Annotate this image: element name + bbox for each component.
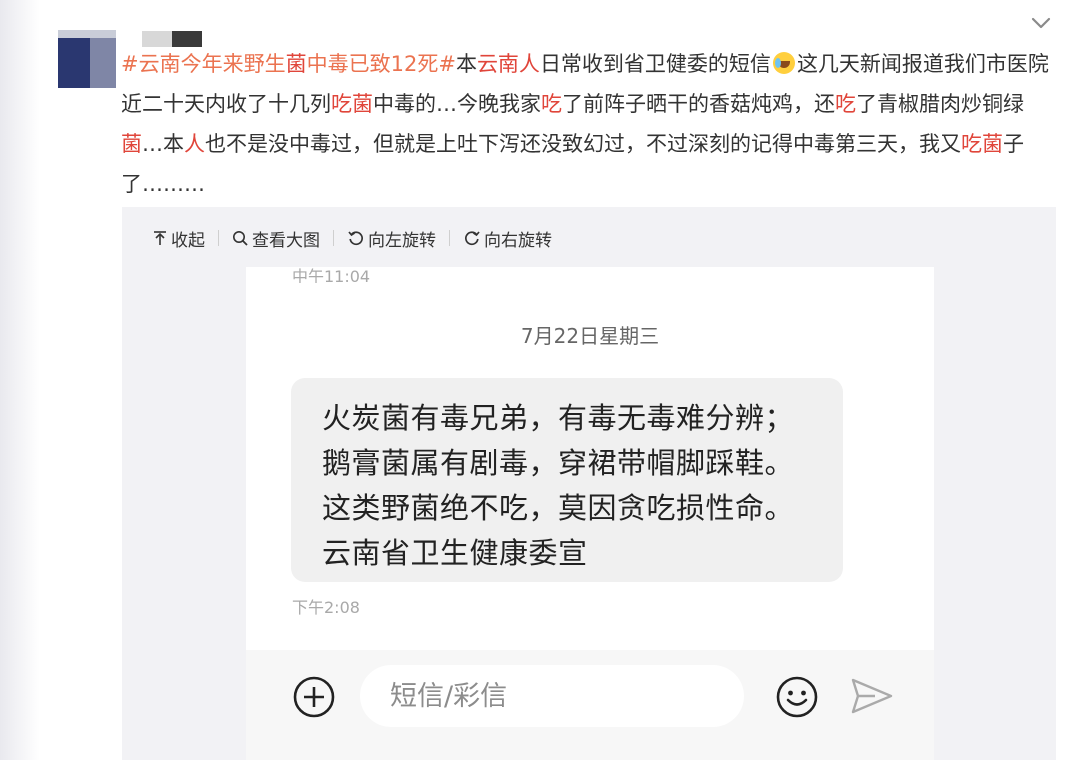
keyword-highlight[interactable]: 吃菌: [331, 92, 373, 116]
post-text-segment: 了前阵子晒干的香菇炖鸡，还: [562, 92, 835, 116]
crying-laughing-emoji-icon: [772, 52, 795, 74]
message-line: 鹅膏菌属有剧毒，穿裙带帽脚踩鞋。: [322, 446, 795, 480]
toolbar-divider: [449, 230, 450, 246]
post-text-segment: 也不是没中毒过，但就是上吐下泻还没致幻过，不过深刻的记得中毒第三天，我又: [205, 132, 961, 156]
collapse-label: 收起: [171, 230, 205, 251]
message-text: 火炭菌有毒兄弟，有毒无毒难分辨； 鹅膏菌属有剧毒，穿裙带帽脚踩鞋。 这类野菌绝不…: [322, 396, 794, 576]
post-text-segment: 日常收到省卫健委的短信: [539, 52, 771, 76]
keyword-highlight[interactable]: 菌: [121, 132, 142, 156]
keyword-highlight[interactable]: 云南人: [477, 52, 540, 76]
message-line: 这类野菌绝不吃，莫因贪吃损性命。: [322, 491, 795, 525]
avatar[interactable]: [58, 30, 116, 88]
message-date: 7月22日星期三: [520, 324, 660, 348]
search-icon: [233, 231, 248, 246]
toolbar-divider: [333, 230, 334, 246]
add-attachment-button[interactable]: [292, 675, 336, 719]
rotate-right-button[interactable]: 向右旋转: [463, 226, 552, 251]
sms-input[interactable]: [360, 665, 744, 727]
avatar-blur-block: [58, 30, 90, 88]
message-time-top: 中午11:04: [292, 267, 371, 283]
keyword-highlight[interactable]: 吃菌: [961, 132, 1003, 156]
left-edge-shadow: [0, 0, 40, 760]
message-line: 云南省卫生健康委宣: [322, 536, 588, 570]
chevron-down-icon[interactable]: [1030, 12, 1052, 34]
collapse-button[interactable]: 收起: [152, 226, 205, 251]
keyword-highlight[interactable]: 吃: [835, 92, 856, 116]
arrow-up-icon: [154, 231, 166, 245]
rotate-left-button[interactable]: 向左旋转: [347, 226, 436, 251]
post-text-segment: 本: [455, 52, 477, 76]
topic-tag-link[interactable]: #云南: [121, 52, 181, 76]
topic-tag-link[interactable]: 中毒已致12死#: [307, 52, 456, 76]
post-text: #云南今年来野生菌中毒已致12死#本云南人日常收到省卫健委的短信 这几天新闻报道我…: [121, 44, 1051, 204]
post-text-segment: 了青椒腊肉炒铜绿: [856, 92, 1024, 116]
weibo-post-view: #云南今年来野生菌中毒已致12死#本云南人日常收到省卫健委的短信 这几天新闻报道我…: [0, 0, 1080, 760]
keyword-highlight[interactable]: 菌: [286, 52, 307, 76]
send-button[interactable]: [849, 676, 895, 716]
post-text-segment: …本: [142, 132, 184, 156]
toolbar-divider: [218, 230, 219, 246]
rotate-right-label: 向右旋转: [484, 230, 552, 251]
post-text-segment: 中毒的…今晚我家: [373, 92, 541, 116]
rotate-right-icon: [465, 231, 480, 246]
image-toolbar: 收起 查看大图 向左旋转 向右旋转: [152, 223, 552, 253]
topic-tag-link[interactable]: 今年来野生: [181, 52, 286, 76]
avatar-blur-block: [90, 30, 116, 88]
emoji-button[interactable]: [775, 675, 819, 719]
avatar-blur-block: [58, 30, 116, 38]
view-large-button[interactable]: 查看大图: [232, 226, 320, 251]
message-time-bottom: 下午2:08: [292, 598, 360, 617]
keyword-highlight[interactable]: 吃: [541, 92, 562, 116]
rotate-left-icon: [348, 231, 363, 246]
message-line: 火炭菌有毒兄弟，有毒无毒难分辨；: [322, 401, 795, 435]
view-large-label: 查看大图: [252, 230, 320, 251]
rotate-left-label: 向左旋转: [368, 230, 436, 251]
keyword-highlight[interactable]: 人: [184, 132, 205, 156]
